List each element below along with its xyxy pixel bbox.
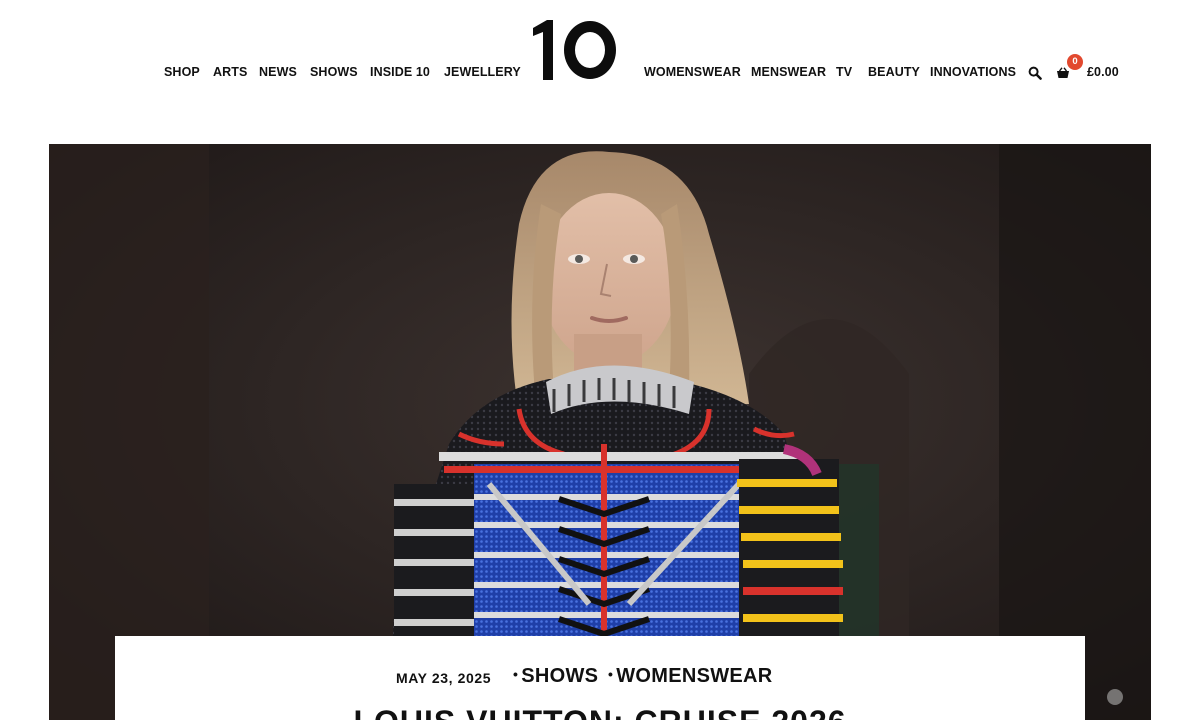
category-label: SHOWS [521,665,599,687]
search-icon [1028,66,1042,80]
nav-item-innovations[interactable]: INNOVATIONS [930,64,1016,80]
site-header: SHOP ARTS NEWS SHOWS INSIDE 10 JEWELLERY… [0,0,1200,144]
category-link-shows[interactable]: • SHOWS [513,665,598,688]
nav-item-menswear[interactable]: MENSWEAR [751,64,826,80]
bullet-icon: • [608,666,614,682]
nav-item-womenswear[interactable]: WOMENSWEAR [644,64,741,80]
bullet-icon: • [513,666,519,682]
cart-button[interactable] [1056,66,1070,78]
nav-item-shop[interactable]: SHOP [164,64,200,80]
site-logo[interactable] [533,18,621,82]
article-title[interactable]: LOUIS VUITTON: CRUISE 2026 [115,704,1085,720]
nav-item-inside-10[interactable]: INSIDE 10 [370,64,430,80]
nav-item-beauty[interactable]: BEAUTY [868,64,920,80]
nav-item-shows[interactable]: SHOWS [310,64,358,80]
hero-image[interactable] [49,144,1151,720]
cart-count-badge: 0 [1067,54,1083,70]
runway-model-photo [49,144,1151,720]
nav-item-arts[interactable]: ARTS [213,64,247,80]
category-label: WOMENSWEAR [616,665,773,687]
page: SHOP ARTS NEWS SHOWS INSIDE 10 JEWELLERY… [0,0,1200,720]
cart-total[interactable]: £0.00 [1087,64,1119,80]
article-date: MAY 23, 2025 [396,670,492,686]
category-link-womenswear[interactable]: • WOMENSWEAR [608,665,773,688]
nav-item-jewellery[interactable]: JEWELLERY [444,64,521,80]
nav-item-news[interactable]: NEWS [259,64,297,80]
logo-mark [533,20,616,80]
nav-item-tv[interactable]: TV [836,64,852,80]
basket-icon [1057,67,1069,78]
article-meta: MAY 23, 2025 • SHOWS • WOMENSWEAR [115,665,1085,691]
search-button[interactable] [1028,66,1042,80]
featured-article-card: MAY 23, 2025 •SHOWS •WOMENSWEAR LOUIS VU… [115,636,1085,720]
